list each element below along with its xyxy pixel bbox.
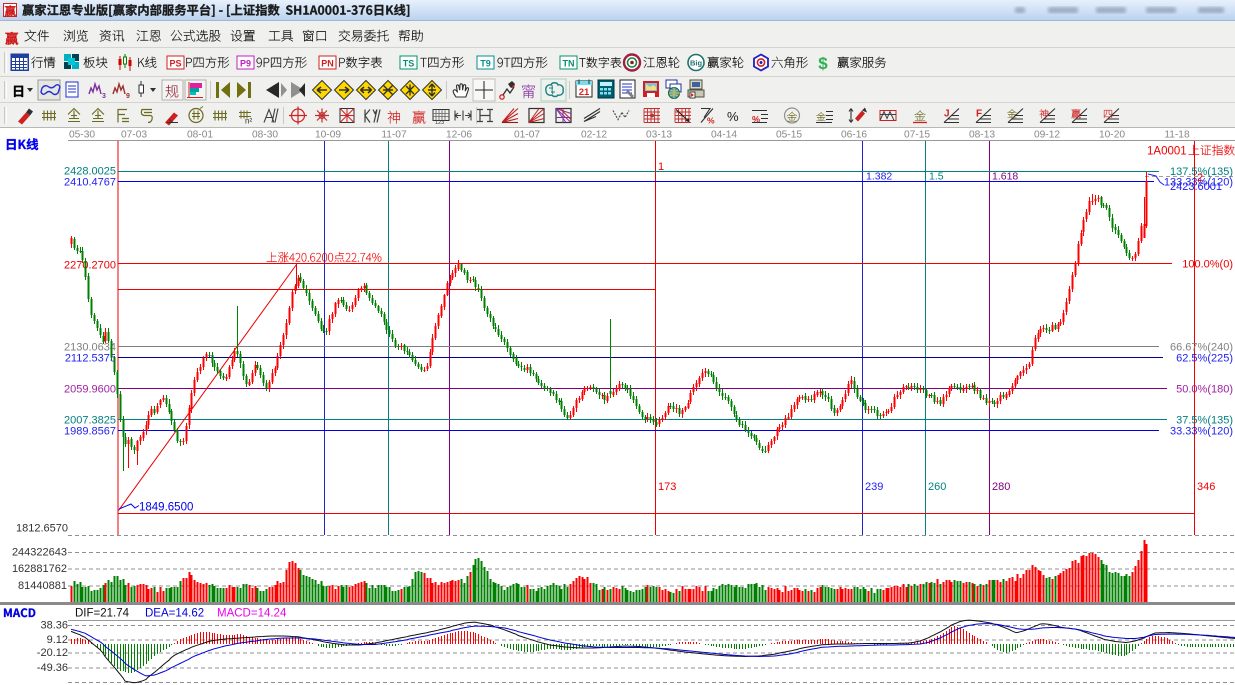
- svg-text:9.12: 9.12: [47, 634, 68, 646]
- svg-text:07-03: 07-03: [121, 130, 147, 141]
- svg-text:1.5: 1.5: [929, 171, 944, 183]
- svg-text:1.382: 1.382: [866, 171, 892, 183]
- svg-text:81440881: 81440881: [18, 580, 67, 592]
- svg-text:346: 346: [1197, 481, 1215, 493]
- svg-text:1: 1: [658, 161, 664, 173]
- svg-text:244322643: 244322643: [12, 547, 67, 559]
- svg-text:06-16: 06-16: [841, 130, 867, 141]
- svg-text:11-18: 11-18: [1164, 130, 1190, 141]
- svg-text:-49.36: -49.36: [37, 662, 68, 674]
- svg-text:P9: P9: [240, 59, 251, 69]
- svg-text:10-20: 10-20: [1099, 130, 1125, 141]
- svg-text:9: 9: [126, 93, 130, 100]
- svg-text:1989.8567: 1989.8567: [64, 426, 116, 438]
- svg-text:Big: Big: [690, 59, 703, 68]
- svg-text:260: 260: [928, 481, 946, 493]
- svg-text:09-12: 09-12: [1034, 130, 1060, 141]
- svg-text:280: 280: [992, 481, 1010, 493]
- svg-text:05-15: 05-15: [776, 130, 802, 141]
- svg-text:38.36: 38.36: [40, 620, 68, 632]
- svg-text:2: 2: [1197, 172, 1203, 184]
- svg-text:62.5%(225): 62.5%(225): [1176, 352, 1233, 364]
- svg-text:33.33%(120): 33.33%(120): [1170, 425, 1233, 437]
- svg-text:3: 3: [102, 93, 106, 100]
- svg-text:T9: T9: [480, 59, 491, 69]
- svg-text:10-09: 10-09: [315, 130, 341, 141]
- svg-text:2112.5375: 2112.5375: [65, 353, 116, 365]
- svg-text:03-13: 03-13: [646, 130, 672, 141]
- svg-text:08-01: 08-01: [187, 130, 213, 141]
- svg-text:1849.6500: 1849.6500: [139, 502, 193, 514]
- svg-text:05-30: 05-30: [69, 130, 95, 141]
- svg-text:DEA=14.62: DEA=14.62: [145, 608, 204, 620]
- svg-text:01-07: 01-07: [514, 130, 540, 141]
- svg-text:1812.6570: 1812.6570: [16, 523, 68, 535]
- svg-text:$: $: [818, 54, 828, 73]
- svg-text:1.618: 1.618: [992, 171, 1018, 183]
- svg-text:2423.6001: 2423.6001: [1170, 181, 1222, 193]
- svg-text:173: 173: [658, 481, 676, 493]
- svg-text:-20.12: -20.12: [37, 647, 68, 659]
- svg-text:08-13: 08-13: [969, 130, 995, 141]
- svg-text:21: 21: [579, 87, 590, 98]
- svg-text:12-06: 12-06: [446, 130, 472, 141]
- svg-text:n²: n²: [245, 117, 252, 126]
- svg-text:PS: PS: [169, 59, 181, 69]
- svg-text:239: 239: [865, 481, 883, 493]
- svg-text:%: %: [707, 116, 715, 126]
- svg-text:08-30: 08-30: [252, 130, 278, 141]
- svg-text:F: F: [976, 109, 982, 120]
- svg-text:02-12: 02-12: [581, 130, 607, 141]
- svg-text:50.0%(180): 50.0%(180): [1176, 383, 1233, 395]
- svg-text:J: J: [944, 109, 950, 120]
- svg-text:123: 123: [435, 120, 444, 126]
- svg-text:MACD=14.24: MACD=14.24: [217, 608, 287, 620]
- svg-text:2059.9600: 2059.9600: [64, 384, 116, 396]
- svg-text:DIF=21.74: DIF=21.74: [75, 608, 130, 620]
- svg-text:2270.2700: 2270.2700: [64, 260, 116, 272]
- svg-text:11-07: 11-07: [381, 130, 407, 141]
- svg-text:2410.4767: 2410.4767: [64, 177, 116, 189]
- svg-text:162881762: 162881762: [12, 563, 67, 575]
- svg-text:04-14: 04-14: [711, 130, 737, 141]
- svg-text:TN: TN: [563, 59, 575, 69]
- svg-text:TS: TS: [403, 59, 415, 69]
- svg-text:100.0%(0): 100.0%(0): [1182, 258, 1233, 270]
- svg-text:1A0001: 1A0001: [1147, 146, 1187, 158]
- svg-text:%: %: [727, 109, 739, 124]
- svg-text:PN: PN: [321, 59, 334, 69]
- svg-text:07-15: 07-15: [904, 130, 930, 141]
